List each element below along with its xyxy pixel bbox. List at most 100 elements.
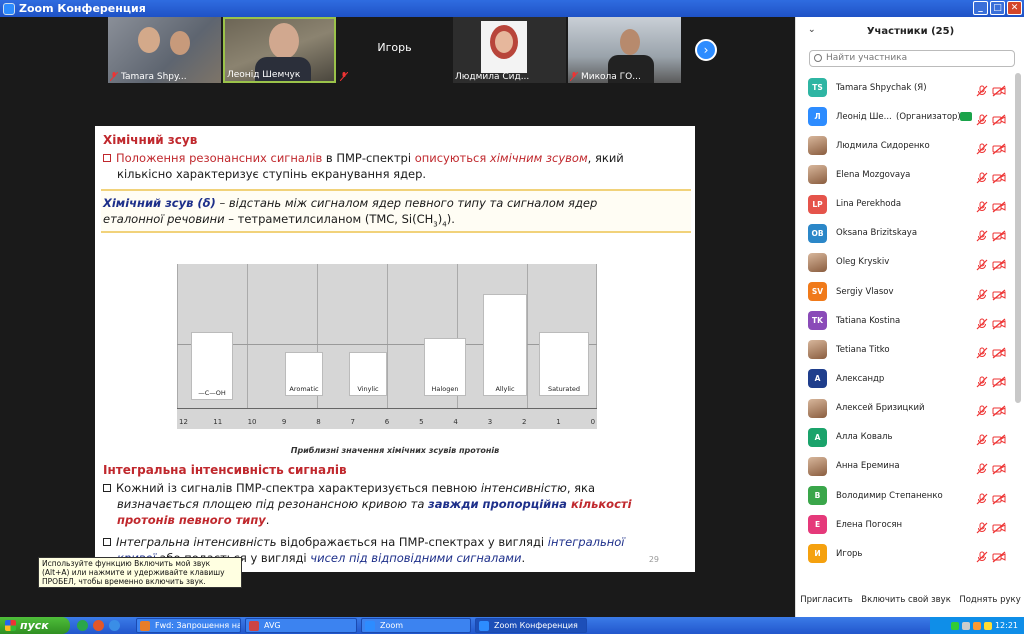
participant-row[interactable]: TK Tatiana Kostina xyxy=(796,306,1024,335)
participant-list-scrollbar[interactable] xyxy=(1015,73,1021,403)
participant-row[interactable]: В Володимир Степаненко xyxy=(796,481,1024,510)
participant-row[interactable]: Анна Еремина xyxy=(796,452,1024,481)
axis-tick-label: 9 xyxy=(281,418,287,426)
task-label: AVG xyxy=(264,621,281,630)
video-off-icon[interactable] xyxy=(992,82,1006,97)
video-thumbnail[interactable]: Игорь xyxy=(338,17,451,83)
muted-mic-icon[interactable] xyxy=(976,490,988,504)
participant-row[interactable]: SV Sergiy Vlasov xyxy=(796,277,1024,306)
video-thumbnail[interactable]: Tamara Shpy... xyxy=(108,17,221,83)
participant-row[interactable]: Oleg Kryskiv xyxy=(796,248,1024,277)
muted-mic-icon[interactable] xyxy=(976,402,988,417)
taskbar-task-button[interactable]: Fwd: Запрошення на... xyxy=(136,618,241,633)
participant-search-input[interactable]: Найти участника xyxy=(809,50,1015,67)
video-off-icon[interactable] xyxy=(992,431,1006,446)
muted-mic-icon[interactable] xyxy=(976,286,988,300)
video-off-icon[interactable] xyxy=(992,140,1006,155)
muted-mic-icon[interactable] xyxy=(976,431,988,446)
square-bullet-icon xyxy=(103,484,111,492)
tray-icon[interactable] xyxy=(961,621,970,630)
video-off-icon[interactable] xyxy=(992,315,1006,330)
video-off-icon[interactable] xyxy=(992,519,1006,534)
search-icon xyxy=(814,54,822,62)
start-button[interactable]: пуск xyxy=(0,617,70,634)
tray-icon[interactable] xyxy=(972,621,981,630)
meeting-area: Tamara Shpy... Леонід Шемчук Игорь Людми… xyxy=(0,17,795,617)
taskbar-task-button[interactable]: AVG xyxy=(245,618,357,633)
text-fragment: ). xyxy=(446,212,455,226)
video-off-icon[interactable] xyxy=(992,198,1006,213)
video-off-icon[interactable] xyxy=(992,490,1006,504)
firefox-icon[interactable] xyxy=(93,620,104,631)
video-off-icon[interactable] xyxy=(992,227,1006,242)
muted-mic-icon[interactable] xyxy=(976,198,988,213)
muted-mic-icon[interactable] xyxy=(976,169,988,184)
muted-mic-icon[interactable] xyxy=(976,256,988,271)
muted-mic-icon[interactable] xyxy=(976,82,988,96)
video-off-icon[interactable] xyxy=(992,169,1006,184)
participant-row[interactable]: Алексей Бризицкий xyxy=(796,394,1024,423)
taskbar-task-button[interactable]: Zoom Конференция xyxy=(475,618,587,633)
participant-row[interactable]: LP Lina Perekhoda xyxy=(796,190,1024,219)
video-off-icon[interactable] xyxy=(992,111,1006,126)
muted-mic-icon[interactable] xyxy=(976,519,988,534)
video-off-icon[interactable] xyxy=(992,460,1006,475)
shared-screen-slide: Хімічний зсув Положення резонансних сигн… xyxy=(95,126,695,572)
participant-row[interactable]: А Алла Коваль xyxy=(796,423,1024,452)
participant-face xyxy=(170,31,190,55)
ie-icon[interactable] xyxy=(109,620,120,631)
next-page-arrow-icon[interactable]: › xyxy=(695,39,717,61)
muted-mic-icon[interactable] xyxy=(976,344,988,359)
axis-tick-label: 11 xyxy=(213,418,223,426)
video-off-icon[interactable] xyxy=(992,373,1006,388)
muted-mic-icon[interactable] xyxy=(976,373,988,388)
maximize-button[interactable]: □ xyxy=(990,1,1005,15)
participant-row[interactable]: OB Oksana Brizitskaya xyxy=(796,219,1024,248)
video-off-icon[interactable] xyxy=(992,286,1006,301)
participant-row[interactable]: Elena Mozgovaya xyxy=(796,160,1024,189)
participant-row[interactable]: А Александр xyxy=(796,364,1024,393)
thumbnail-name: Леонід Шемчук xyxy=(227,70,301,80)
muted-mic-icon[interactable] xyxy=(976,227,988,242)
video-thumbnail[interactable]: Микола ГО... xyxy=(568,17,681,83)
video-off-icon[interactable] xyxy=(992,548,1006,563)
avatar xyxy=(808,340,827,360)
host-video-icon xyxy=(960,112,972,122)
minimize-button[interactable]: _ xyxy=(973,1,988,15)
muted-mic-icon[interactable] xyxy=(976,548,988,563)
video-thumbnail-strip: Tamara Shpy... Леонід Шемчук Игорь Людми… xyxy=(108,17,681,83)
muted-mic-icon[interactable] xyxy=(976,315,988,330)
tray-icon[interactable] xyxy=(983,621,992,630)
video-off-icon[interactable] xyxy=(992,344,1006,359)
structure-label: Saturated xyxy=(547,385,581,393)
task-app-icon xyxy=(365,621,375,631)
text-fragment: кількісно характеризує ступінь екрануван… xyxy=(117,167,427,181)
unmute-myself-button[interactable]: Включить свой звук xyxy=(858,593,954,607)
collapse-chevron-icon[interactable]: ⌄ xyxy=(808,25,816,35)
taskbar-task-button[interactable]: Zoom xyxy=(361,618,471,633)
close-button[interactable]: ✕ xyxy=(1007,1,1022,15)
axis-tick-label: 2 xyxy=(522,418,527,426)
participant-row[interactable]: Tetiana Titko xyxy=(796,335,1024,364)
muted-mic-icon[interactable] xyxy=(976,140,988,155)
video-off-icon[interactable] xyxy=(992,402,1006,417)
text-fragment: чисел під відповідними сигналами xyxy=(310,551,522,565)
tray-icon[interactable] xyxy=(950,621,959,630)
zoom-window: Zoom Конференция _ □ ✕ Tamara Shpy... Ле… xyxy=(0,0,1024,634)
chrome-icon[interactable] xyxy=(77,620,88,631)
video-thumbnail[interactable]: Людмила Сид... xyxy=(453,17,566,83)
participant-row[interactable]: TS Tamara Shpychak (Я) xyxy=(796,73,1024,102)
participant-role: (Организатор) xyxy=(896,111,961,122)
video-off-icon[interactable] xyxy=(992,256,1006,271)
participant-row[interactable]: Л Леонід Ше... (Организатор) xyxy=(796,102,1024,131)
participant-row[interactable]: Е Елена Погосян xyxy=(796,510,1024,539)
participant-row[interactable]: Людмила Сидоренко xyxy=(796,131,1024,160)
invite-button[interactable]: Пригласить xyxy=(797,593,856,607)
text-fragment: кількості xyxy=(570,497,632,511)
video-thumbnail-active-speaker[interactable]: Леонід Шемчук xyxy=(223,17,336,83)
muted-mic-icon[interactable] xyxy=(976,460,988,475)
participant-row[interactable]: И Игорь xyxy=(796,539,1024,568)
participant-name: Людмила Сидоренко xyxy=(836,140,930,151)
muted-mic-icon[interactable] xyxy=(976,111,988,126)
raise-hand-button[interactable]: Поднять руку xyxy=(956,593,1023,607)
